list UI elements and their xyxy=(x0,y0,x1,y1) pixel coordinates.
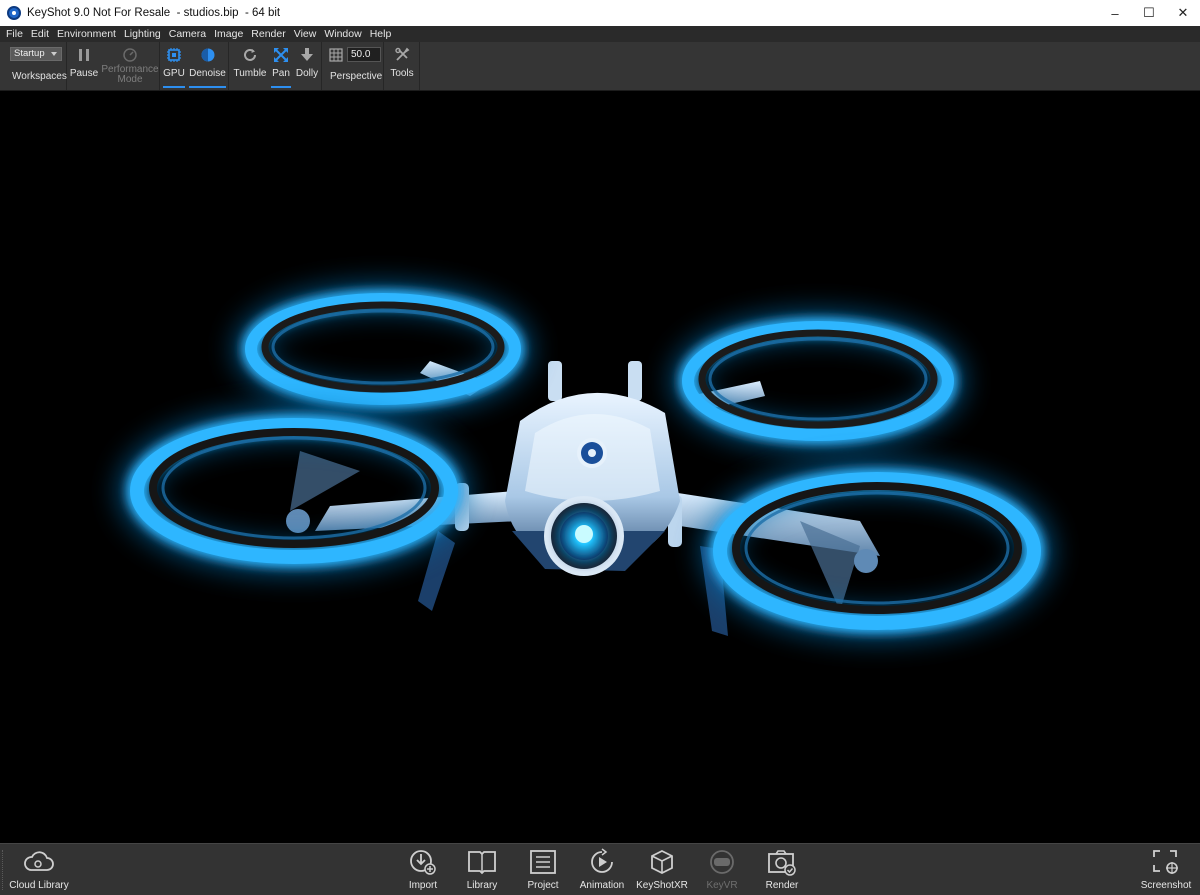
workspaces-group: Startup Workspaces xyxy=(0,42,67,90)
gpu-toggle[interactable]: GPU xyxy=(162,42,186,90)
menu-camera[interactable]: Camera xyxy=(165,26,210,42)
denoise-active-indicator xyxy=(189,86,226,88)
perspective-grid-icon xyxy=(329,47,343,63)
window-controls: – ☐ ✕ xyxy=(1098,0,1200,26)
keyshot-app-icon xyxy=(7,6,21,20)
dolly-button[interactable]: Dolly xyxy=(294,42,320,90)
keyvr-button[interactable]: KeyVR xyxy=(690,848,754,894)
ribbon-toolbar: Startup Workspaces Pause Performance Mod… xyxy=(0,42,1200,91)
maximize-button[interactable]: ☐ xyxy=(1132,0,1166,26)
menu-file[interactable]: File xyxy=(2,26,27,42)
window-title: KeyShot 9.0 Not For Resale - studios.bip… xyxy=(27,7,281,19)
bottom-toolbar: Cloud Library Import Library Project Ani… xyxy=(0,843,1200,895)
pan-arrows-icon xyxy=(273,47,289,63)
pause-button[interactable]: Pause xyxy=(70,42,98,90)
close-button[interactable]: ✕ xyxy=(1166,0,1200,26)
toolbar-grip[interactable] xyxy=(2,850,4,890)
cloud-library-button[interactable]: Cloud Library xyxy=(7,848,71,894)
dolly-arrow-icon xyxy=(300,47,314,63)
tools-wrench-icon xyxy=(394,47,410,63)
render-camera-icon xyxy=(767,848,797,876)
title-bar: KeyShot 9.0 Not For Resale - studios.bip… xyxy=(0,0,1200,26)
workspace-select[interactable]: Startup xyxy=(10,47,62,61)
screenshot-icon xyxy=(1151,848,1181,876)
project-button[interactable]: Project xyxy=(511,848,575,894)
perspective-label: Perspective xyxy=(330,71,383,82)
tools-button[interactable]: Tools xyxy=(386,42,418,90)
import-button[interactable]: Import xyxy=(391,848,455,894)
performance-mode-button[interactable]: Performance Mode xyxy=(101,42,159,90)
render-viewport[interactable] xyxy=(0,91,1200,843)
performance-gauge-icon xyxy=(122,47,138,63)
pan-active-indicator xyxy=(271,86,291,88)
rotate-icon xyxy=(242,47,258,63)
book-icon xyxy=(467,848,497,876)
menu-render[interactable]: Render xyxy=(247,26,289,42)
menu-bar: File Edit Environment Lighting Camera Im… xyxy=(0,26,1200,42)
rotor-back-left xyxy=(235,284,531,414)
project-list-icon xyxy=(529,848,557,876)
menu-lighting[interactable]: Lighting xyxy=(120,26,165,42)
gpu-active-indicator xyxy=(163,86,185,88)
tumble-button[interactable]: Tumble xyxy=(233,42,267,90)
screenshot-button[interactable]: Screenshot xyxy=(1134,848,1198,894)
perspective-icon-button[interactable] xyxy=(327,42,345,90)
import-icon xyxy=(408,848,438,876)
denoise-toggle[interactable]: Denoise xyxy=(188,42,227,90)
gpu-chip-icon xyxy=(166,47,182,63)
minimize-button[interactable]: – xyxy=(1098,0,1132,26)
animation-play-icon xyxy=(588,848,616,876)
camera-lens xyxy=(544,496,624,576)
menu-help[interactable]: Help xyxy=(366,26,396,42)
denoise-icon xyxy=(200,47,216,63)
pan-button[interactable]: Pan xyxy=(270,42,292,90)
menu-environment[interactable]: Environment xyxy=(53,26,120,42)
cloud-icon xyxy=(23,848,55,876)
menu-image[interactable]: Image xyxy=(210,26,247,42)
rotor-back-right xyxy=(672,312,964,450)
menu-window[interactable]: Window xyxy=(320,26,365,42)
menu-view[interactable]: View xyxy=(290,26,321,42)
pause-icon xyxy=(78,47,90,63)
animation-button[interactable]: Animation xyxy=(570,848,634,894)
cube-icon xyxy=(648,848,676,876)
drone-render xyxy=(119,284,1052,640)
menu-edit[interactable]: Edit xyxy=(27,26,53,42)
workspaces-label: Workspaces xyxy=(12,71,67,82)
keyshotxr-button[interactable]: KeyShotXR xyxy=(630,848,694,894)
library-button[interactable]: Library xyxy=(450,848,514,894)
field-of-view-input[interactable]: 50.0 xyxy=(347,47,381,62)
render-button[interactable]: Render xyxy=(750,848,814,894)
vr-headset-icon xyxy=(708,848,736,876)
